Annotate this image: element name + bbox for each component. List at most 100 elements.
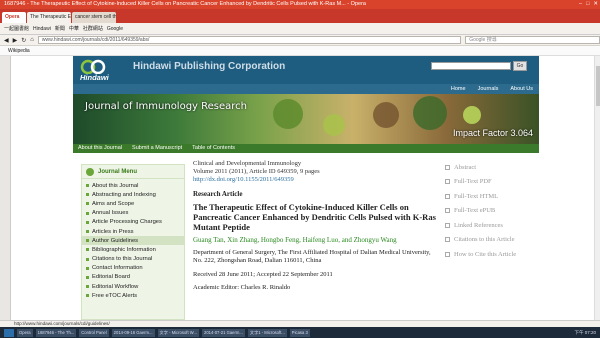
- forward-icon[interactable]: ▶: [13, 37, 18, 44]
- author-link[interactable]: Hongbo Feng: [261, 236, 299, 244]
- author-link[interactable]: Zhongyu Wang: [354, 236, 397, 244]
- toolbar: 一起圖書館 Hindawi 新聞 中華 社群網站 Google: [0, 23, 600, 35]
- menu-item-active[interactable]: Author Guidelines: [82, 236, 184, 246]
- taskbar-item[interactable]: Opera: [17, 328, 33, 337]
- toolbar-item[interactable]: 中華: [69, 25, 79, 32]
- link-references[interactable]: Linked References: [445, 218, 545, 233]
- toolbar-item[interactable]: Google: [107, 26, 123, 32]
- reload-icon[interactable]: ↻: [21, 37, 26, 44]
- bullet-icon: [86, 248, 89, 252]
- nav-home[interactable]: Home: [451, 84, 466, 94]
- address-field[interactable]: www.hindawi.com/journals/cdi/2011/649359…: [37, 36, 462, 44]
- taskbar-item[interactable]: Picasa 3: [289, 328, 310, 337]
- journal-menu-list: About this Journal Abstracting and Index…: [82, 179, 184, 300]
- taskbar-item[interactable]: 2014-09-16 Gaerm...: [111, 328, 155, 337]
- nav-journals[interactable]: Journals: [478, 84, 499, 94]
- logo-rings-icon: [80, 59, 106, 75]
- tab-search[interactable]: cancer stem cell thera...: [72, 12, 116, 23]
- menu-item[interactable]: Article Processing Charges: [82, 218, 184, 227]
- link-epub[interactable]: Full-Text ePUB: [445, 204, 545, 219]
- scrollbar-thumb[interactable]: [596, 66, 600, 106]
- home-icon[interactable]: ⌂: [30, 37, 34, 43]
- bullet-icon: [86, 220, 89, 224]
- journal-menu-icon: [86, 167, 94, 176]
- author-link[interactable]: Haifeng Luo: [303, 236, 339, 244]
- menu-item[interactable]: Bibliographic Information: [82, 245, 184, 254]
- journal-title: Journal of Immunology Research: [85, 101, 248, 112]
- toolbar-item[interactable]: 社群網站: [83, 25, 103, 32]
- minimize-icon[interactable]: –: [579, 0, 582, 9]
- article-title: The Therapeutic Effect of Cytokine-Induc…: [193, 202, 436, 232]
- link-abstract[interactable]: Abstract: [445, 160, 545, 175]
- opera-menu-button[interactable]: Opera: [2, 12, 26, 23]
- menu-item-label: Bibliographic Information: [92, 246, 156, 253]
- start-button[interactable]: [4, 328, 14, 337]
- browser-sidebar[interactable]: [0, 56, 11, 320]
- menu-item[interactable]: Editorial Workflow: [82, 282, 184, 291]
- link-label: Full-Text PDF: [454, 178, 492, 186]
- journal-menu-header: Journal Menu: [82, 165, 184, 179]
- link-cite[interactable]: How to Cite this Article: [445, 247, 545, 262]
- window-controls[interactable]: – □ ✕: [579, 0, 598, 9]
- article-type: Research Article: [193, 190, 243, 198]
- subnav-toc[interactable]: Table of Contents: [192, 144, 235, 153]
- author-link[interactable]: Xin Zhang: [227, 236, 257, 244]
- go-button[interactable]: Go: [513, 61, 527, 71]
- author-link[interactable]: Guang Tan: [193, 236, 224, 244]
- subnav-submit[interactable]: Submit a Manuscript: [132, 144, 182, 153]
- link-label: Full-Text ePUB: [454, 207, 496, 215]
- article-links: Abstract Full-Text PDF Full-Text HTML Fu…: [445, 160, 545, 262]
- site-search-input[interactable]: [431, 62, 511, 70]
- toolbar-item[interactable]: Hindawi: [33, 26, 51, 32]
- link-label: Full-Text HTML: [454, 192, 499, 200]
- link-citations[interactable]: Citations to this Article: [445, 233, 545, 248]
- menu-item[interactable]: Articles in Press: [82, 227, 184, 236]
- menu-item-label: Free eTOC Alerts: [92, 292, 137, 299]
- bullet-icon: [86, 230, 89, 234]
- taskbar-item[interactable]: Control Panel: [79, 328, 109, 337]
- hindawi-logo[interactable]: Hindawi: [77, 58, 121, 84]
- search-field[interactable]: Google 搜尋: [465, 36, 600, 44]
- bullet-icon: [86, 184, 89, 188]
- menu-item[interactable]: Editorial Board: [82, 273, 184, 282]
- bullet-icon: [86, 294, 89, 298]
- taskbar: Opera 1687946 - The Th... Control Panel …: [0, 327, 600, 338]
- bullet-icon: [86, 193, 89, 197]
- tab-article[interactable]: The Therapeutic Effe...: [27, 12, 71, 23]
- toolbar-item[interactable]: 一起圖書館: [4, 25, 29, 32]
- taskbar-item[interactable]: 1687946 - The Th...: [35, 328, 77, 337]
- cell-image: [463, 106, 481, 124]
- bookmark-wikipedia[interactable]: Wikipedia: [8, 48, 30, 54]
- epub-icon: [445, 208, 450, 214]
- page-scrollbar[interactable]: [594, 56, 600, 320]
- toolbar-item[interactable]: 新聞: [55, 25, 65, 32]
- menu-item[interactable]: Annual Issues: [82, 209, 184, 218]
- menu-item[interactable]: Free eTOC Alerts: [82, 291, 184, 300]
- web-page: Hindawi Hindawi Publishing Corporation G…: [11, 56, 600, 320]
- menu-item[interactable]: Contact Information: [82, 264, 184, 273]
- navigation-bar: ◀ ▶ ↻ ⌂ www.hindawi.com/journals/cdi/201…: [0, 35, 600, 46]
- maximize-icon[interactable]: □: [586, 0, 589, 9]
- taskbar-item[interactable]: 文字 - Microsoft W...: [157, 328, 199, 337]
- link-pdf[interactable]: Full-Text PDF: [445, 175, 545, 190]
- close-icon[interactable]: ✕: [593, 0, 598, 9]
- bullet-icon: [86, 266, 89, 270]
- status-bar: http://www.hindawi.com/journals/cdi/guid…: [0, 320, 600, 327]
- cell-image: [273, 99, 303, 129]
- menu-item[interactable]: Citations to this Journal: [82, 255, 184, 264]
- menu-item[interactable]: Abstracting and Indexing: [82, 190, 184, 199]
- menu-item[interactable]: About this Journal: [82, 181, 184, 190]
- journal-banner: Journal of Immunology Research Impact Fa…: [73, 94, 539, 144]
- article-content: Clinical and Developmental Immunology Vo…: [193, 160, 439, 320]
- tab-bar: Opera The Therapeutic Effe... cancer ste…: [0, 9, 600, 23]
- menu-item[interactable]: Aims and Scope: [82, 199, 184, 208]
- subnav-about[interactable]: About this Journal: [78, 144, 122, 153]
- author-list: Guang Tan, Xin Zhang, Hongbo Feng, Haife…: [193, 236, 397, 244]
- nav-about-us[interactable]: About Us: [510, 84, 533, 94]
- taskbar-item[interactable]: 2014-07-21 Gaerm...: [202, 328, 245, 337]
- back-icon[interactable]: ◀: [4, 37, 9, 44]
- link-html[interactable]: Full-Text HTML: [445, 189, 545, 204]
- taskbar-item[interactable]: 文字1 - Microsoft...: [247, 328, 287, 337]
- html-icon: [445, 193, 450, 199]
- doi-link[interactable]: http://dx.doi.org/10.1155/2011/649359: [193, 176, 439, 184]
